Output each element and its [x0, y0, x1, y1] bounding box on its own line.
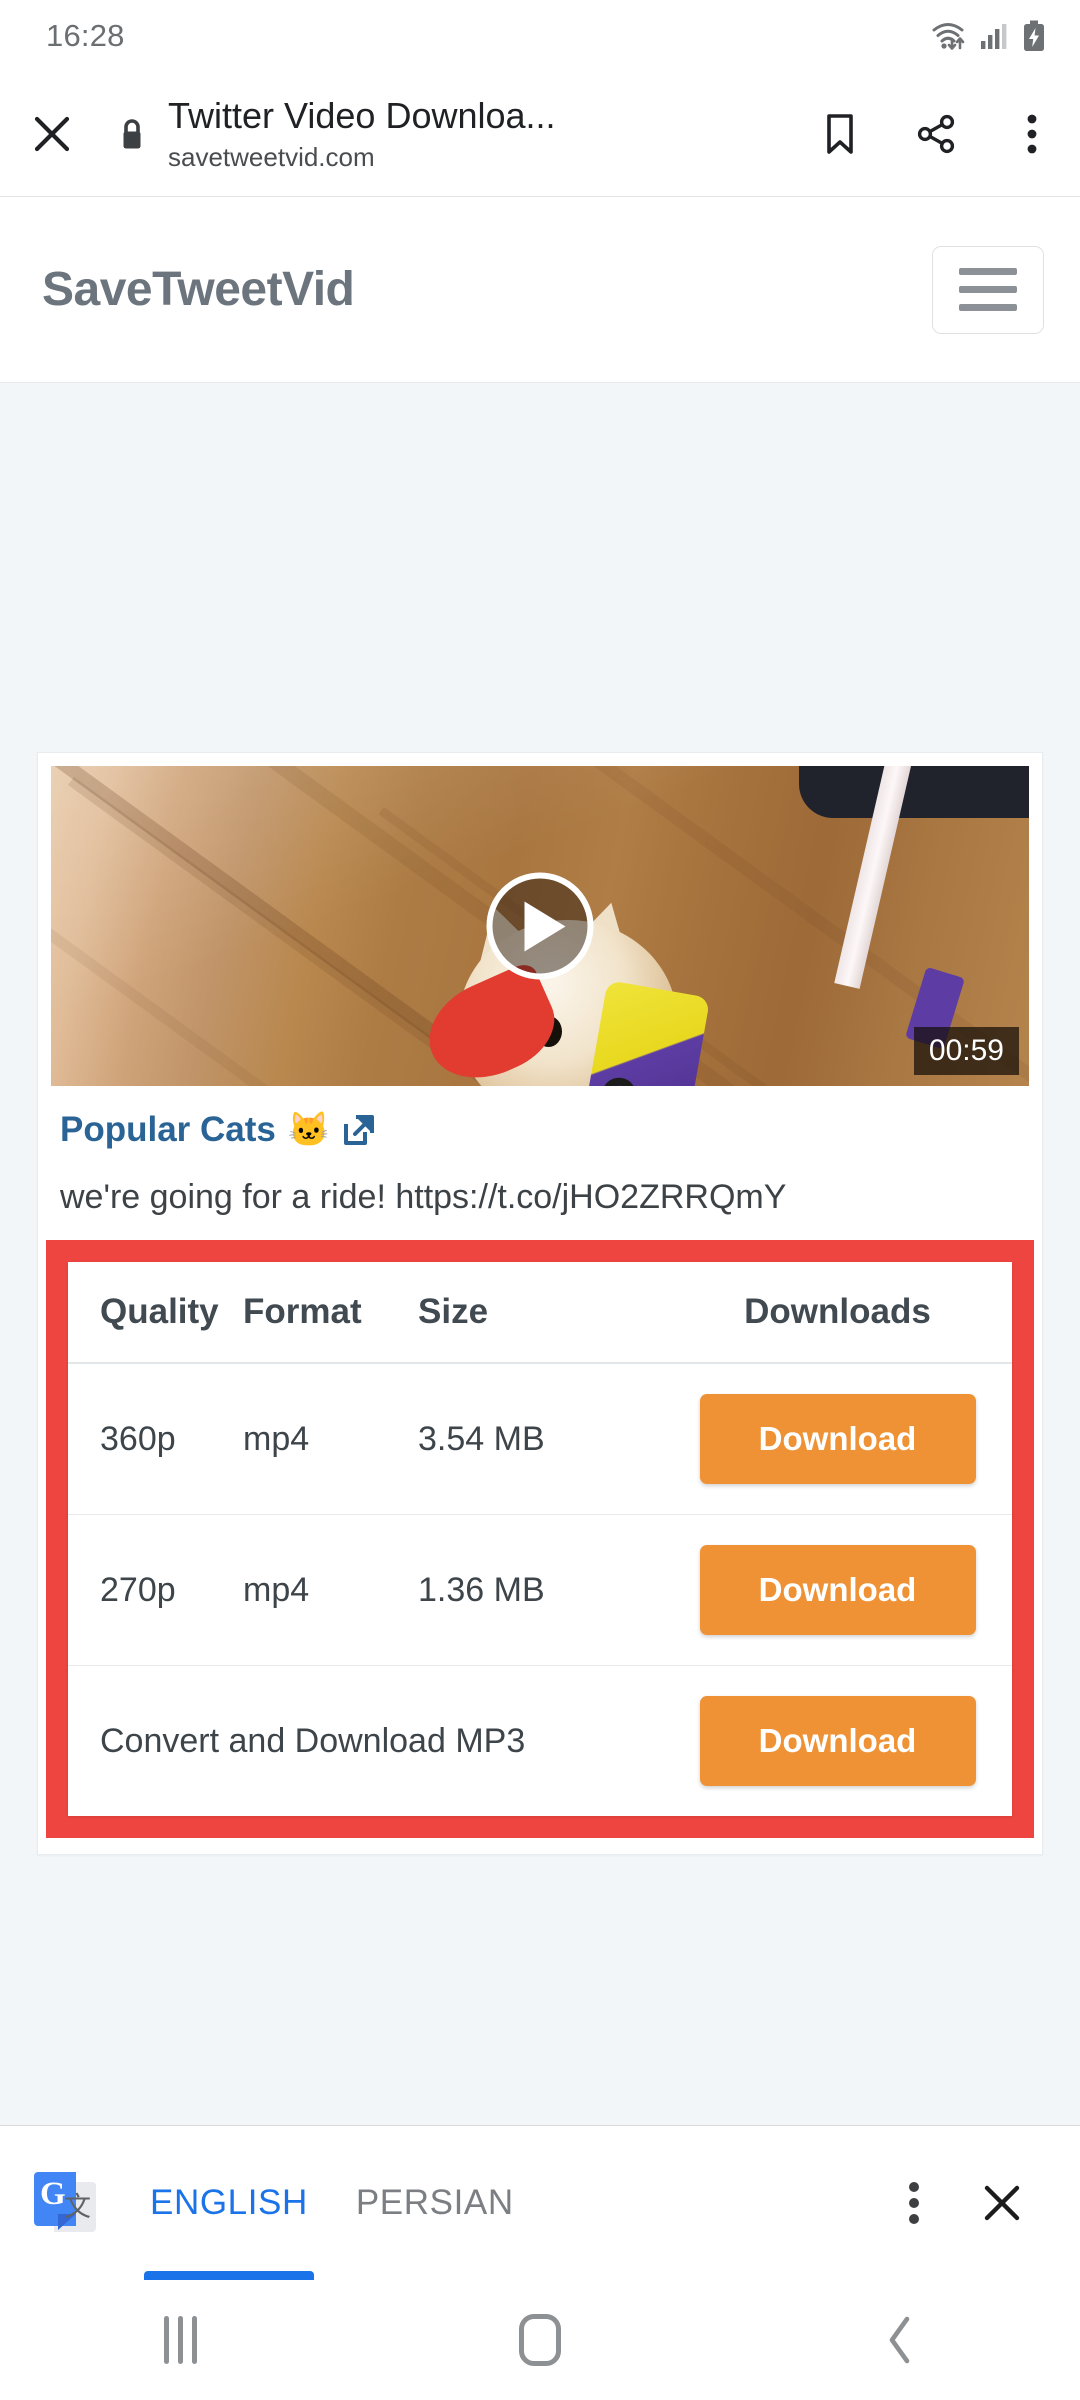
recents-button[interactable] [90, 2280, 270, 2400]
cat-emoji-icon: 🐱 [287, 1111, 331, 1149]
site-logo[interactable]: SaveTweetVid [42, 262, 355, 317]
hamburger-bar [959, 268, 1017, 275]
tab-source-language[interactable]: ENGLISH [126, 2126, 332, 2280]
site-header: SaveTweetVid [0, 197, 1080, 383]
battery-charging-icon [1024, 20, 1044, 51]
status-icons [932, 20, 1046, 52]
cell-download: Download [663, 1514, 1012, 1666]
close-icon [34, 116, 70, 152]
video-title-text: Popular Cats [60, 1110, 276, 1149]
android-navigation-bar [0, 2280, 1080, 2400]
cell-download: Download [663, 1363, 1012, 1515]
external-link-icon[interactable] [342, 1113, 376, 1147]
cell-mp3-label: Convert and Download MP3 [100, 1721, 526, 1760]
home-icon [519, 2314, 561, 2366]
hamburger-bar [959, 286, 1017, 293]
video-title-row[interactable]: Popular Cats 🐱 [38, 1086, 1042, 1150]
browser-menu-button[interactable] [984, 112, 1080, 156]
header-quality: Quality [68, 1262, 243, 1364]
google-translate-bar: G 文 ENGLISH PERSIAN [0, 2125, 1080, 2280]
header-format: Format [243, 1262, 418, 1364]
translate-glyph: 文 [64, 2192, 91, 2222]
cellular-signal-icon [981, 24, 1007, 49]
page-url: savetweetvid.com [168, 142, 375, 172]
status-bar: 16:28 [0, 0, 1080, 72]
page-content: 00:59 Popular Cats 🐱 we're going for a r… [0, 383, 1080, 2125]
download-button[interactable]: Download [699, 1545, 976, 1635]
more-vertical-icon [1027, 114, 1037, 154]
browser-toolbar: Twitter Video Downloa... savetweetvid.co… [0, 72, 1080, 197]
cell-quality: 360p [68, 1363, 243, 1515]
table-header-row: Quality Format Size Downloads [68, 1262, 1012, 1364]
video-thumbnail[interactable]: 00:59 [51, 766, 1029, 1086]
play-icon [524, 901, 566, 951]
table-row: 360p mp4 3.54 MB Download [68, 1363, 1012, 1515]
thumbnail-background-object [799, 766, 1029, 818]
site-security-button[interactable] [104, 117, 160, 151]
translate-close-button[interactable] [958, 2180, 1046, 2226]
address-bar[interactable]: Twitter Video Downloa... savetweetvid.co… [160, 94, 792, 174]
video-result-card: 00:59 Popular Cats 🐱 we're going for a r… [37, 752, 1043, 1855]
wifi-data-icon [932, 23, 965, 50]
close-tab-button[interactable] [0, 113, 104, 155]
cell-download: Download [663, 1666, 1012, 1817]
google-translate-icon: G 文 [28, 2166, 102, 2240]
download-button[interactable]: Download [699, 1394, 976, 1484]
hamburger-bar [959, 304, 1017, 311]
video-duration-badge: 00:59 [913, 1027, 1019, 1075]
page-title: Twitter Video Downloa... [168, 95, 556, 136]
more-vertical-icon [909, 2182, 919, 2224]
header-size: Size [418, 1262, 663, 1364]
google-g-letter: G [40, 2176, 66, 2212]
lock-icon [123, 119, 141, 149]
bookmark-icon [827, 114, 853, 154]
back-button[interactable] [810, 2280, 990, 2400]
status-time: 16:28 [46, 18, 125, 53]
download-table-container: Quality Format Size Downloads 360p mp4 3… [46, 1240, 1034, 1838]
recents-icon [163, 2316, 197, 2364]
close-icon [984, 2185, 1020, 2221]
download-mp3-button[interactable]: Download [699, 1696, 976, 1786]
cell-format: mp4 [243, 1363, 418, 1515]
header-downloads: Downloads [663, 1262, 1012, 1364]
tweet-text: we're going for a ride! https://t.co/jHO… [60, 1178, 787, 1216]
home-button[interactable] [450, 2280, 630, 2400]
phone-screen: 16:28 Twitter Video Downloa... savetweet… [0, 0, 1080, 2400]
cell-quality: 270p [68, 1514, 243, 1666]
table-row-mp3: Convert and Download MP3 Download [68, 1666, 1012, 1817]
cell-size: 1.36 MB [418, 1514, 663, 1666]
share-button[interactable] [888, 113, 984, 155]
bookmark-button[interactable] [792, 113, 888, 155]
cell-size: 3.54 MB [418, 1363, 663, 1515]
download-table: Quality Format Size Downloads 360p mp4 3… [68, 1262, 1012, 1816]
translate-options-button[interactable] [870, 2181, 958, 2225]
back-icon [889, 2316, 910, 2364]
play-button[interactable] [486, 872, 594, 980]
share-icon [917, 114, 955, 154]
cell-format: mp4 [243, 1514, 418, 1666]
hamburger-menu-icon[interactable] [932, 245, 1044, 334]
translate-language-tabs: ENGLISH PERSIAN [126, 2126, 538, 2280]
tab-target-language[interactable]: PERSIAN [332, 2126, 538, 2280]
table-row: 270p mp4 1.36 MB Download [68, 1514, 1012, 1666]
